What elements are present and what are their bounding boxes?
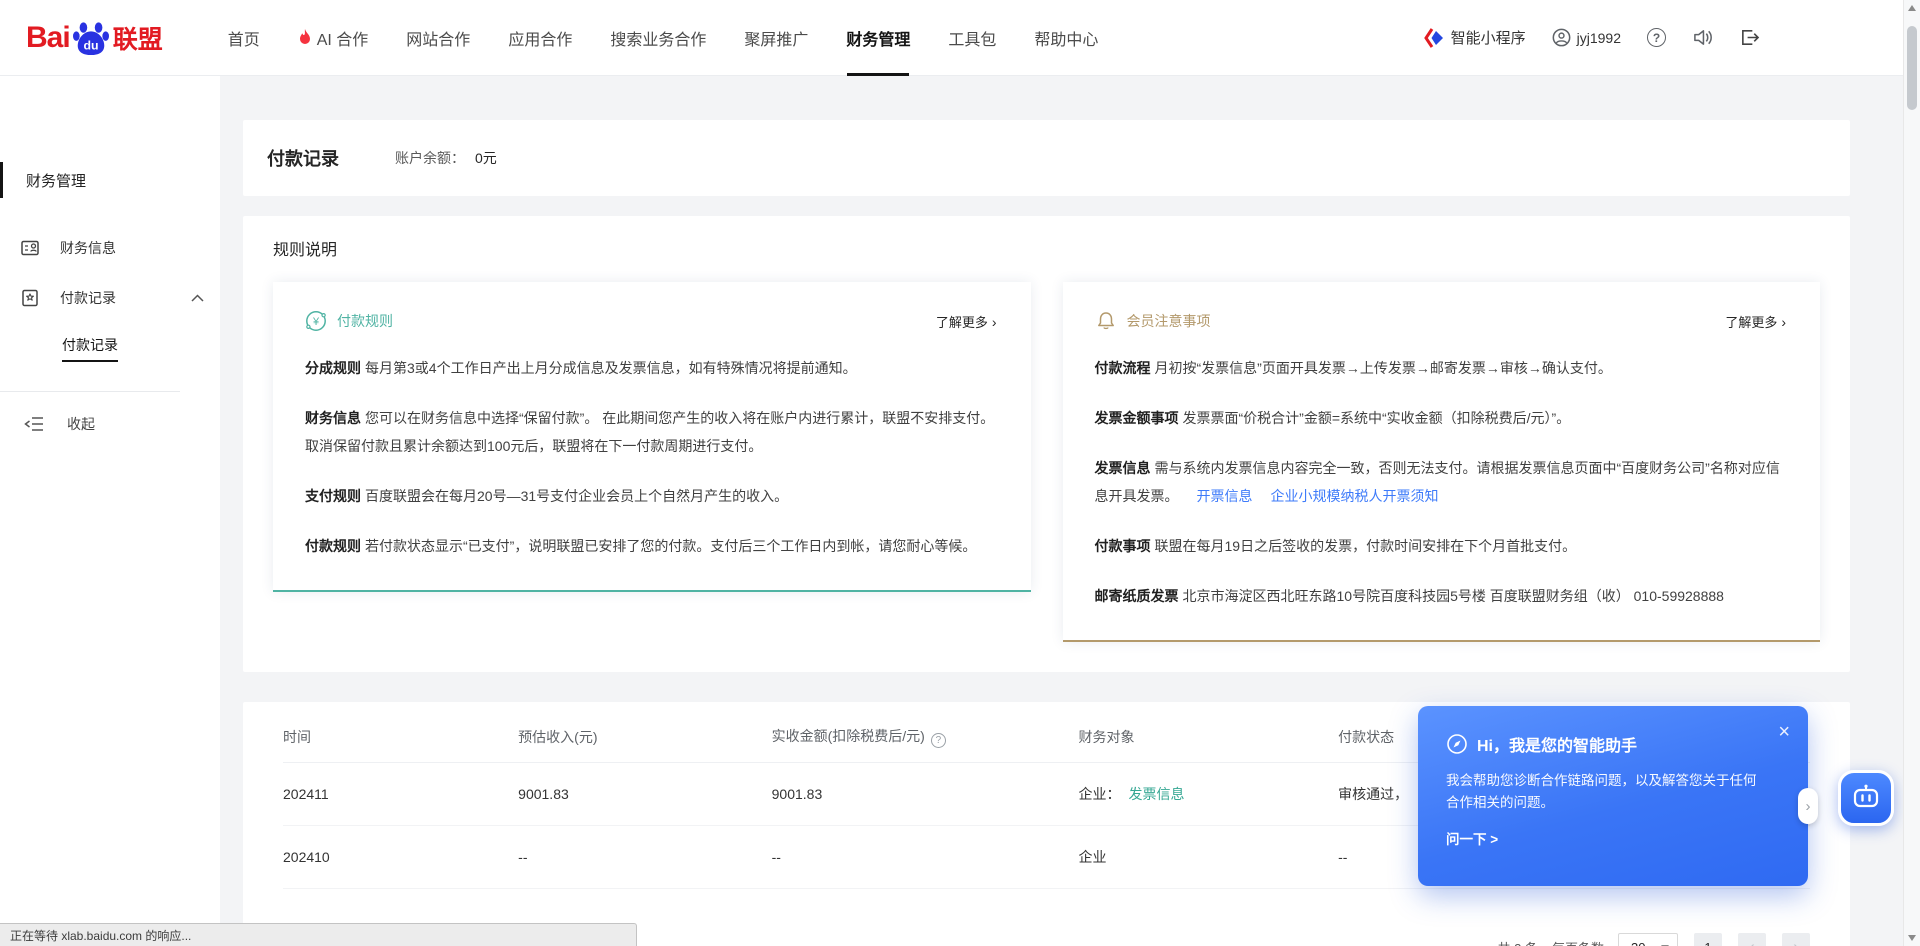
next-page-button[interactable]: › bbox=[1782, 933, 1810, 946]
assistant-title: Hi，我是您的智能助手 bbox=[1477, 732, 1637, 756]
paw-icon: du bbox=[72, 20, 110, 56]
nav-item-toolkit[interactable]: 工具包 bbox=[929, 0, 1015, 76]
sidebar-item-finance-info[interactable]: 财务信息 bbox=[0, 223, 220, 273]
page-scrollbar[interactable] bbox=[1903, 0, 1920, 946]
page-number-button[interactable]: 1 bbox=[1694, 933, 1722, 946]
cell-time: 202410 bbox=[283, 826, 518, 889]
sound-icon[interactable] bbox=[1692, 28, 1713, 47]
rule-item: 发票金额事项发票票面“价税合计”金额=系统中“实收金额（扣除税费后/元）”。 bbox=[1095, 404, 1787, 432]
logout-icon[interactable] bbox=[1739, 28, 1760, 47]
scroll-up-arrow-icon[interactable] bbox=[1908, 5, 1916, 11]
rule-item: 支付规则百度联盟会在每月20号—31号支付企业会员上个自然月产生的收入。 bbox=[305, 482, 997, 510]
cell-finance-object: 企业：发票信息 bbox=[1079, 763, 1339, 826]
nav-item-home[interactable]: 首页 bbox=[209, 0, 279, 76]
nav-item-finance-management[interactable]: 财务管理 bbox=[827, 0, 929, 76]
cell-time: 202411 bbox=[283, 763, 518, 826]
chevron-up-icon[interactable] bbox=[191, 294, 204, 302]
nav-item-website-cooperation[interactable]: 网站合作 bbox=[387, 0, 489, 76]
col-estimated-income: 预估收入(元) bbox=[518, 710, 771, 763]
ask-now-link[interactable]: 问一下 > bbox=[1446, 828, 1498, 848]
nav-item-app-cooperation[interactable]: 应用合作 bbox=[489, 0, 591, 76]
collapse-icon bbox=[24, 416, 44, 432]
card-title: 会员注意事项 bbox=[1127, 311, 1211, 331]
page: Bai du 联盟 首页 AI 合作 网站合作 bbox=[0, 0, 1920, 946]
rule-item: 分成规则每月第3或4个工作日产出上月分成信息及发票信息，如有特殊情况将提前通知。 bbox=[305, 354, 997, 382]
nav-right-tools: 智能小程序 jyj1992 ? bbox=[1424, 27, 1760, 49]
user-account[interactable]: jyj1992 bbox=[1552, 28, 1621, 47]
top-navigation: Bai du 联盟 首页 AI 合作 网站合作 bbox=[0, 0, 1920, 76]
nav-item-screen-promotion[interactable]: 聚屏推广 bbox=[725, 0, 827, 76]
user-icon bbox=[1552, 28, 1571, 47]
sidebar-section-title: 财务管理 bbox=[0, 162, 220, 199]
finance-info-icon bbox=[20, 238, 40, 258]
svg-text:du: du bbox=[83, 38, 98, 52]
nav-item-search-cooperation[interactable]: 搜索业务合作 bbox=[591, 0, 725, 76]
svg-text:¥: ¥ bbox=[312, 316, 320, 328]
rule-item: 财务信息您可以在财务信息中选择“保留付款”。 在此期间您产生的收入将在账户内进行… bbox=[305, 404, 997, 460]
mini-program-diamond-icon bbox=[1424, 27, 1444, 49]
nav-item-ai-cooperation[interactable]: AI 合作 bbox=[279, 0, 388, 76]
rule-item: 发票信息需与系统内发票信息内容完全一致，否则无法支付。请根据发票信息页面中“百度… bbox=[1095, 454, 1787, 510]
sidebar-collapse-button[interactable]: 收起 bbox=[0, 392, 220, 434]
page-header-panel: 付款记录 账户余额：0元 bbox=[243, 120, 1850, 196]
close-icon[interactable]: × bbox=[1778, 722, 1790, 742]
col-time: 时间 bbox=[283, 710, 518, 763]
coin-icon: ¥ bbox=[305, 310, 327, 332]
balance-value: 0元 bbox=[475, 150, 497, 166]
invoice-info-table-link[interactable]: 发票信息 bbox=[1129, 786, 1185, 802]
assistant-fab[interactable] bbox=[1838, 770, 1894, 826]
rule-item: 付款事项联盟在每月19日之后签收的发票，付款时间安排在下个月首批支付。 bbox=[1095, 532, 1787, 560]
sidebar-subitem-payment-records[interactable]: 付款记录 bbox=[0, 323, 220, 365]
cell-actual: 9001.83 bbox=[772, 763, 1079, 826]
col-finance-object: 财务对象 bbox=[1079, 710, 1339, 763]
assistant-message: 我会帮助您诊断合作链路问题，以及解答您关于任何合作相关的问题。 bbox=[1446, 770, 1758, 814]
sidebar-item-payment-records[interactable]: 付款记录 bbox=[0, 273, 220, 323]
logo-text-union: 联盟 bbox=[113, 20, 163, 56]
logo-text-bai: Bai bbox=[26, 21, 70, 55]
page-title: 付款记录 bbox=[267, 145, 339, 171]
small-taxpayer-notice-link[interactable]: 企业小规模纳税人开票须知 bbox=[1271, 488, 1439, 504]
rules-heading: 规则说明 bbox=[273, 236, 1820, 260]
col-actual-amount: 实收金额(扣除税费后/元)? bbox=[772, 710, 1079, 763]
browser-status-bar: 正在等待 xlab.baidu.com 的响应... bbox=[0, 923, 637, 946]
rule-item: 邮寄纸质发票北京市海淀区西北旺东路10号院百度科技园5号楼 百度联盟财务组（收）… bbox=[1095, 582, 1787, 610]
cell-finance-object: 企业 bbox=[1079, 826, 1339, 889]
rules-panel: 规则说明 ¥ 付款规则 了解更多 分成规则每月第3或4个工作日产出上月分成信息及… bbox=[243, 216, 1850, 672]
rule-item: 付款规则若付款状态显示“已支付”，说明联盟已安排了您的付款。支付后三个工作日内到… bbox=[305, 532, 997, 560]
card-title: 付款规则 bbox=[337, 311, 393, 331]
member-notes-card: 会员注意事项 了解更多 付款流程月初按“发票信息”页面开具发票→上传发票→邮寄发… bbox=[1063, 282, 1821, 642]
prev-page-button[interactable]: ‹ bbox=[1738, 933, 1766, 946]
payment-records-icon bbox=[20, 288, 40, 308]
robot-chat-icon bbox=[1851, 783, 1881, 813]
bell-icon bbox=[1095, 310, 1117, 332]
sidebar: 财务管理 财务信息 付款记录 付款记录 bbox=[0, 76, 220, 946]
main-menu: 首页 AI 合作 网站合作 应用合作 搜索业务合作 聚屏推广 财务管理 工具包 … bbox=[209, 0, 1118, 76]
cell-actual: -- bbox=[772, 826, 1079, 889]
mini-program-link[interactable]: 智能小程序 bbox=[1424, 27, 1526, 49]
baidu-union-logo[interactable]: Bai du 联盟 bbox=[26, 20, 163, 56]
payment-rules-card: ¥ 付款规则 了解更多 分成规则每月第3或4个工作日产出上月分成信息及发票信息，… bbox=[273, 282, 1031, 592]
assistant-compass-icon bbox=[1446, 733, 1468, 755]
column-help-icon[interactable]: ? bbox=[931, 733, 946, 748]
total-count: 共 2 条 bbox=[1498, 938, 1538, 946]
learn-more-link[interactable]: 了解更多 bbox=[936, 312, 997, 331]
nav-item-help-center[interactable]: 帮助中心 bbox=[1015, 0, 1117, 76]
popup-collapse-tab[interactable]: › bbox=[1798, 788, 1818, 824]
invoice-info-link[interactable]: 开票信息 bbox=[1197, 488, 1253, 504]
flame-icon bbox=[298, 29, 312, 46]
help-icon[interactable]: ? bbox=[1647, 28, 1666, 47]
scrollbar-thumb[interactable] bbox=[1907, 26, 1917, 110]
status-text: 正在等待 xlab.baidu.com 的响应... bbox=[10, 927, 191, 944]
account-balance: 账户余额：0元 bbox=[395, 148, 497, 168]
per-page-label: 每页条数 bbox=[1552, 938, 1604, 946]
assistant-popup: × Hi，我是您的智能助手 我会帮助您诊断合作链路问题，以及解答您关于任何合作相… bbox=[1418, 706, 1808, 886]
learn-more-link[interactable]: 了解更多 bbox=[1725, 312, 1786, 331]
per-page-select[interactable]: 30 bbox=[1618, 933, 1678, 946]
cell-estimated: -- bbox=[518, 826, 771, 889]
username: jyj1992 bbox=[1577, 30, 1621, 46]
rule-item: 付款流程月初按“发票信息”页面开具发票→上传发票→邮寄发票→审核→确认支付。 bbox=[1095, 354, 1787, 382]
cell-estimated: 9001.83 bbox=[518, 763, 771, 826]
scroll-down-arrow-icon[interactable] bbox=[1908, 935, 1916, 941]
